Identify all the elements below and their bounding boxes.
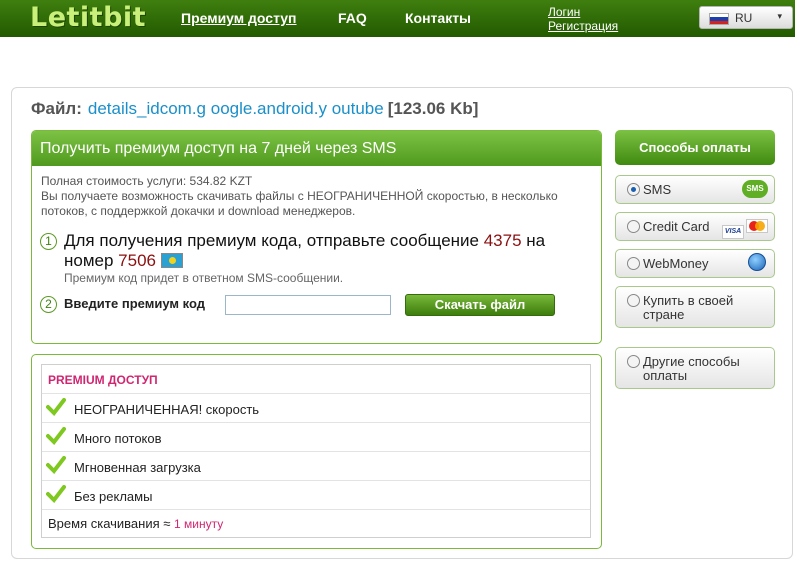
checkmark-icon [46, 456, 66, 474]
service-cost: Полная стоимость услуги: 534.82 KZT [41, 174, 253, 188]
feature-row: Много потоков [42, 423, 590, 452]
payment-option-credit-card[interactable]: Credit Card VISA [615, 212, 775, 241]
nav-premium-access[interactable]: Премиум доступ [181, 10, 297, 26]
feature-row: Без рекламы [42, 481, 590, 510]
payment-methods-title: Способы оплаты [615, 130, 775, 165]
payment-option-sms[interactable]: SMS SMS [615, 175, 775, 204]
premium-features-title: PREMIUM ДОСТУП [42, 365, 590, 394]
language-select[interactable]: RU ▾ [699, 6, 793, 29]
payment-option-label: Другие способы оплаты [643, 354, 740, 383]
chevron-down-icon: ▾ [777, 11, 782, 21]
radio-credit-card[interactable] [627, 220, 640, 233]
letitbit-logo[interactable]: Letitbit [30, 2, 146, 33]
payment-option-label: Купить в своей стране [643, 293, 734, 322]
language-selected-value: RU [735, 11, 753, 25]
service-description: Вы получаете возможность скачивать файлы… [41, 189, 558, 218]
auth-links: Логин Регистрация [548, 5, 618, 33]
payment-option-label: SMS [643, 182, 672, 197]
radio-sms[interactable] [627, 183, 640, 196]
payment-option-other[interactable]: Другие способы оплаты [615, 347, 775, 389]
feature-label: Много потоков [74, 431, 162, 446]
nav-faq[interactable]: FAQ [338, 10, 367, 26]
download-file-button[interactable]: Скачать файл [405, 294, 555, 316]
register-link[interactable]: Регистрация [548, 19, 618, 33]
sms-box-body: Полная стоимость услуги: 534.82 KZT Вы п… [32, 166, 601, 227]
sms-box-title: Получить премиум доступ на 7 дней через … [32, 131, 601, 166]
kazakhstan-flag-icon [160, 253, 183, 268]
step-one-instruction: Для получения премиум кода, отправьте со… [64, 231, 594, 271]
login-link[interactable]: Логин [548, 5, 618, 19]
webmoney-globe-icon [748, 253, 766, 271]
nav-contacts[interactable]: Контакты [405, 10, 471, 26]
premium-code-label: Введите премиум код [64, 296, 205, 311]
download-time-label: Время скачивания [48, 516, 160, 531]
premium-code-input[interactable] [225, 295, 391, 315]
payment-option-label: Credit Card [643, 219, 710, 234]
file-name: details_idcom.g oogle.android.y outube [87, 99, 384, 118]
radio-local[interactable] [627, 294, 640, 307]
sms-short-number: 7506 [118, 251, 156, 270]
radio-other[interactable] [627, 355, 640, 368]
step-number-1: 1 [40, 233, 57, 250]
card-logos: VISA [722, 219, 768, 239]
top-header: Letitbit Премиум доступ FAQ Контакты Лог… [0, 0, 795, 37]
radio-webmoney[interactable] [627, 257, 640, 270]
checkmark-icon [46, 485, 66, 503]
checkmark-icon [46, 398, 66, 416]
download-time: Время скачивания ≈ 1 минуту [48, 516, 223, 531]
step-number-2: 2 [40, 296, 57, 313]
file-size: [123.06 Kb] [387, 99, 479, 118]
feature-row: Мгновенная загрузка [42, 452, 590, 481]
download-time-approx: ≈ [163, 516, 171, 531]
payment-option-label: WebMoney [643, 256, 709, 271]
visa-icon: VISA [722, 225, 744, 239]
file-info: Файл: details_idcom.g oogle.android.y out… [31, 99, 478, 119]
mastercard-icon [746, 219, 768, 233]
file-label: Файл: [31, 99, 82, 118]
feature-label: НЕОГРАНИЧЕННАЯ! скорость [74, 402, 260, 417]
payment-option-webmoney[interactable]: WebMoney [615, 249, 775, 278]
russia-flag-icon [709, 13, 729, 25]
step-one-note: Премиум код придет в ответном SMS-сообще… [64, 271, 344, 285]
sms-bubble-icon: SMS [742, 180, 768, 198]
checkmark-icon [46, 427, 66, 445]
payment-option-local[interactable]: Купить в своей стране [615, 286, 775, 328]
feature-label: Мгновенная загрузка [74, 460, 201, 475]
sms-message-code: 4375 [483, 231, 522, 250]
download-time-value: 1 минуту [174, 517, 224, 531]
step-one-text-a: Для получения премиум кода, отправьте со… [64, 231, 484, 250]
feature-row: НЕОГРАНИЧЕННАЯ! скорость [42, 394, 590, 423]
feature-label: Без рекламы [74, 489, 153, 504]
